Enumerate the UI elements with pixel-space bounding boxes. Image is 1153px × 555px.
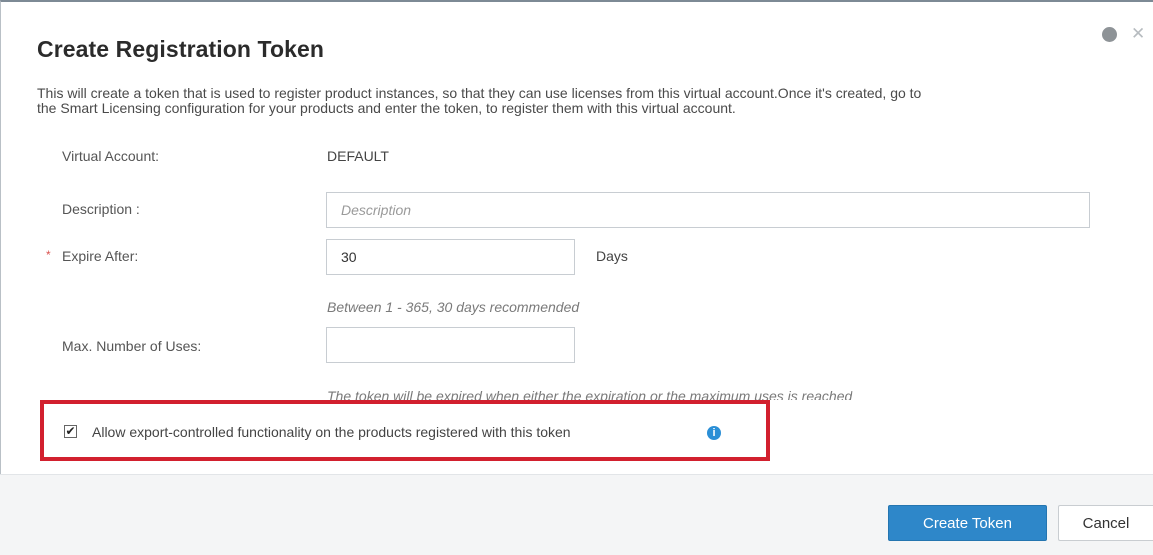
- description-label: Description :: [62, 201, 140, 217]
- expire-after-value: 30: [341, 249, 357, 265]
- cancel-button[interactable]: Cancel: [1058, 505, 1153, 541]
- check-icon: ✔: [65, 424, 76, 438]
- max-uses-label: Max. Number of Uses:: [62, 338, 202, 354]
- dialog-intro: This will create a token that is used to…: [37, 86, 1153, 116]
- export-controlled-label: Allow export-controlled functionality on…: [92, 424, 571, 440]
- expire-after-label: Expire After:: [62, 248, 139, 264]
- description-input[interactable]: Description: [326, 192, 1090, 228]
- required-star: *: [46, 248, 51, 262]
- close-icon[interactable]: ✕: [1131, 24, 1145, 44]
- virtual-account-value: DEFAULT: [327, 148, 389, 164]
- intro-line-1: This will create a token that is used to…: [37, 85, 922, 101]
- intro-line-2: the Smart Licensing configuration for yo…: [37, 100, 736, 116]
- expire-after-input[interactable]: 30: [326, 239, 575, 275]
- dialog-frame: [0, 0, 1153, 554]
- max-uses-input[interactable]: [326, 327, 575, 363]
- description-placeholder: Description: [341, 202, 412, 218]
- expire-after-unit: Days: [596, 248, 628, 264]
- help-icon[interactable]: [1102, 27, 1117, 42]
- info-icon[interactable]: i: [707, 426, 721, 440]
- create-token-button[interactable]: Create Token: [888, 505, 1047, 541]
- virtual-account-label: Virtual Account:: [62, 148, 160, 164]
- export-controlled-checkbox[interactable]: ✔: [64, 425, 77, 438]
- expire-after-hint: Between 1 - 365, 30 days recommended: [327, 299, 580, 315]
- dialog-title: Create Registration Token: [37, 36, 325, 62]
